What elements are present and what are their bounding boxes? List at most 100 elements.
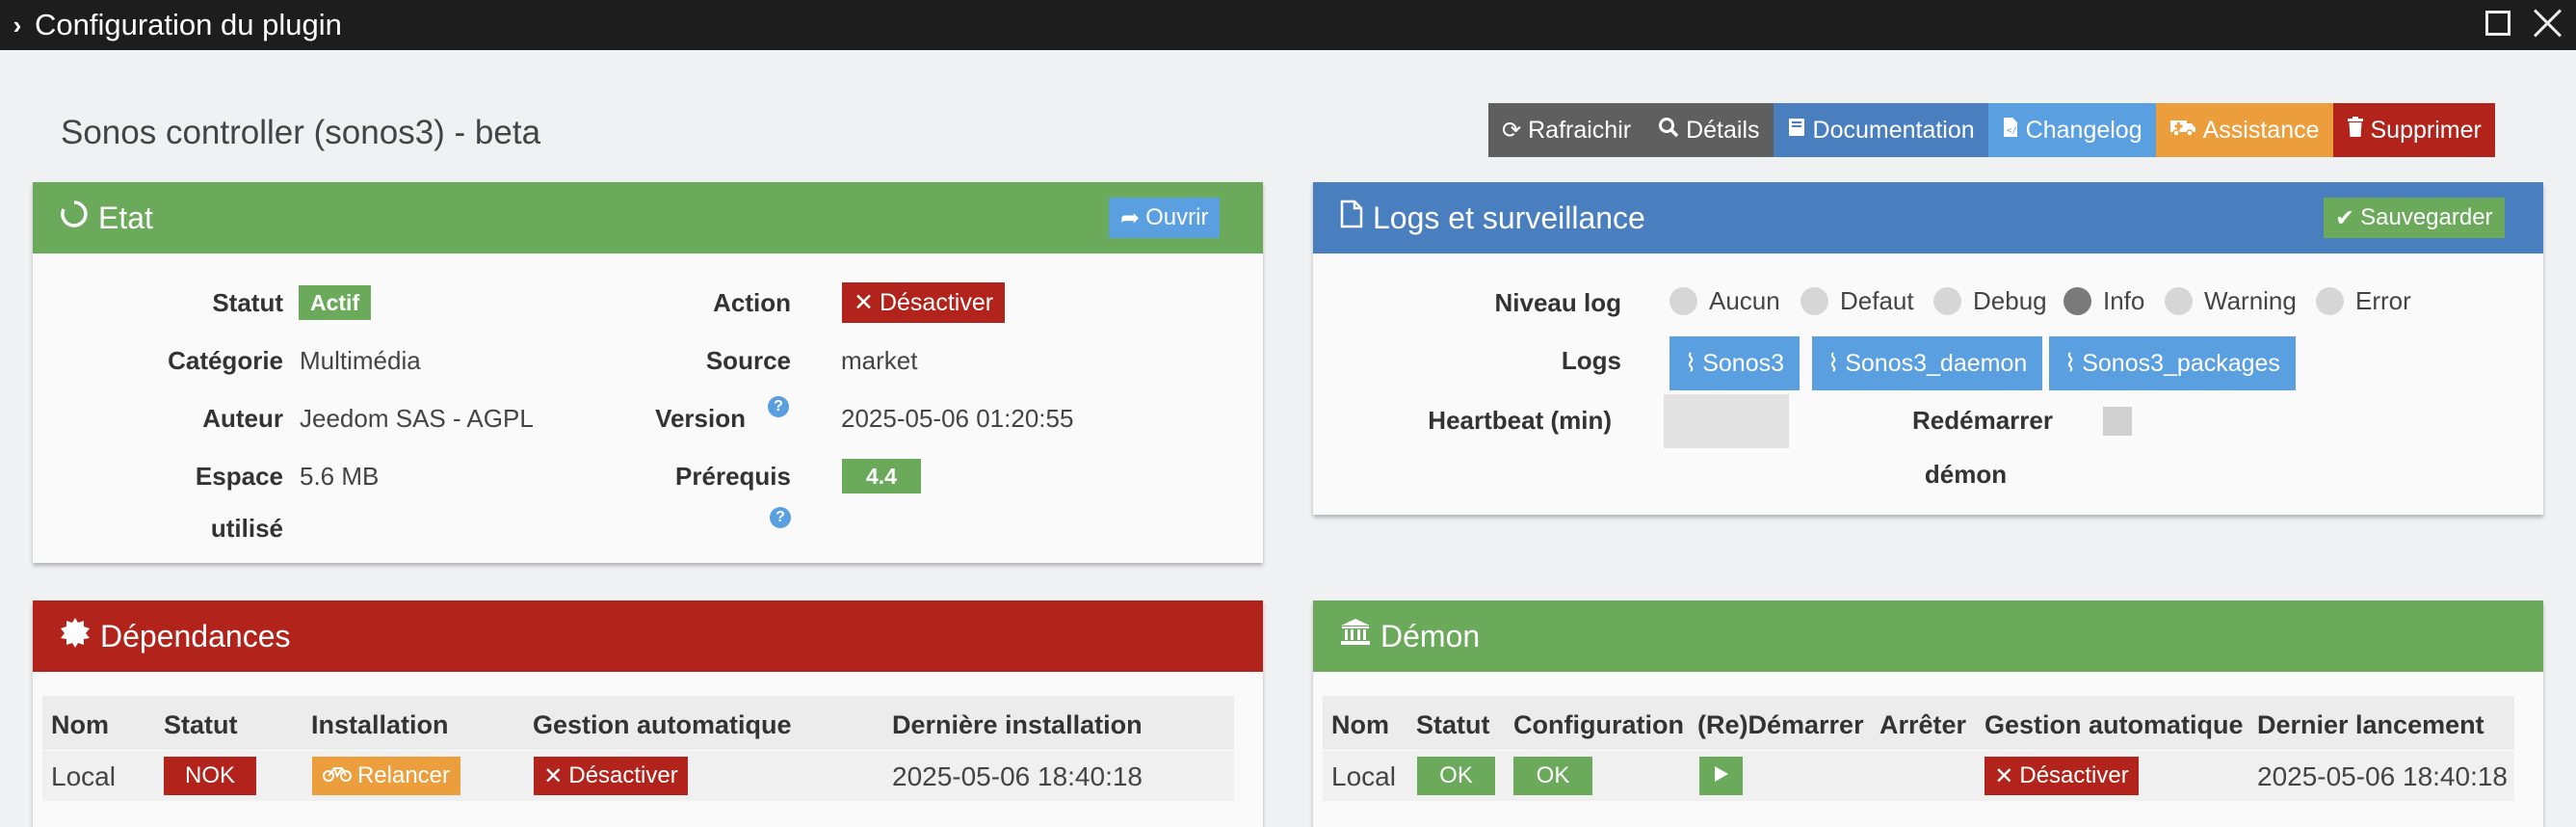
logs-panel-header: Logs et surveillance ✔ Sauvegarder bbox=[1313, 182, 2543, 253]
heartbeat-label: Heartbeat (min) bbox=[1428, 406, 1612, 435]
restart-daemon-label-line2: démon bbox=[1924, 460, 2008, 489]
prerequis-badge: 4.4 bbox=[842, 459, 921, 494]
demon-row-nom: Local bbox=[1331, 761, 1396, 791]
paperclip-icon: ⌇ bbox=[1685, 350, 1697, 377]
log-level-info[interactable]: Info bbox=[2063, 286, 2144, 316]
statut-label: Statut bbox=[212, 288, 283, 317]
espace-value: 5.6 MB bbox=[300, 462, 380, 491]
col-dernier: Dernier lancement bbox=[2257, 710, 2484, 739]
share-icon: ➦ bbox=[1120, 204, 1141, 231]
bicycle-icon bbox=[322, 762, 352, 789]
statut-badge: Actif bbox=[299, 285, 372, 320]
radio-icon bbox=[2165, 287, 2193, 315]
svg-text:</>: </> bbox=[2007, 126, 2019, 136]
demon-status-badge: OK bbox=[1417, 757, 1495, 795]
radio-icon bbox=[2316, 287, 2344, 315]
col-configuration: Configuration bbox=[1513, 710, 1684, 739]
window-controls bbox=[2485, 8, 2563, 39]
log-level-aucun[interactable]: Aucun bbox=[1669, 286, 1780, 316]
version-value: 2025-05-06 01:20:55 bbox=[841, 404, 1074, 433]
col-statut: Statut bbox=[1416, 710, 1490, 739]
radio-icon bbox=[1669, 287, 1697, 315]
log-file-sonos3-daemon[interactable]: ⌇ Sonos3_daemon bbox=[1812, 336, 2043, 390]
file-icon bbox=[1340, 200, 1363, 236]
window-title: Configuration du plugin bbox=[35, 8, 342, 41]
dep-gestion-deactivate-button[interactable]: ✕ Désactiver bbox=[534, 757, 688, 795]
source-value: market bbox=[841, 346, 918, 375]
version-help-icon[interactable]: ? bbox=[768, 396, 789, 417]
source-label: Source bbox=[705, 346, 791, 375]
niveau-log-label: Niveau log bbox=[1494, 288, 1621, 317]
etat-panel: Etat ➦ Ouvrir Statut Actif Action ✕ Désa… bbox=[33, 182, 1263, 563]
close-icon[interactable] bbox=[2532, 8, 2563, 39]
action-deactivate-button[interactable]: ✕ Désactiver bbox=[842, 282, 1006, 323]
relancer-button[interactable]: Relancer bbox=[312, 757, 460, 795]
col-redemarrer: (Re)Démarrer bbox=[1697, 710, 1864, 739]
play-icon bbox=[1714, 762, 1729, 789]
log-level-defaut[interactable]: Defaut bbox=[1801, 286, 1914, 316]
trash-icon bbox=[2347, 116, 2364, 145]
times-icon: ✕ bbox=[1994, 762, 2014, 789]
demon-gestion-deactivate-button[interactable]: ✕ Désactiver bbox=[1985, 757, 2139, 795]
prerequis-help-icon[interactable]: ? bbox=[770, 507, 791, 528]
categorie-value: Multimédia bbox=[300, 346, 421, 375]
chevron-right-icon[interactable]: › bbox=[4, 11, 31, 40]
espace-label: Espace bbox=[195, 462, 283, 491]
auteur-label: Auteur bbox=[202, 404, 283, 433]
etat-panel-header: Etat ➦ Ouvrir bbox=[33, 182, 1263, 253]
dependances-panel-header: Dépendances bbox=[33, 600, 1263, 672]
auteur-value: Jeedom SAS - AGPL bbox=[300, 404, 534, 433]
logs-label: Logs bbox=[1561, 346, 1621, 375]
save-button[interactable]: ✔ Sauvegarder bbox=[2324, 198, 2505, 238]
log-level-warning[interactable]: Warning bbox=[2165, 286, 2297, 316]
dep-row-nom: Local bbox=[51, 761, 116, 791]
university-icon bbox=[1340, 618, 1371, 654]
documentation-button[interactable]: Documentation bbox=[1773, 103, 1988, 157]
check-circle-icon: ✔ bbox=[2335, 204, 2355, 231]
demon-config-badge: OK bbox=[1513, 757, 1592, 795]
table-row: Local NOK Relancer ✕ Désactiver 2025-05-… bbox=[42, 751, 1234, 801]
categorie-label: Catégorie bbox=[168, 346, 283, 375]
log-level-debug[interactable]: Debug bbox=[1933, 286, 2047, 316]
book-icon bbox=[1787, 117, 1806, 145]
col-nom: Nom bbox=[51, 710, 109, 739]
col-statut: Statut bbox=[164, 710, 238, 739]
paperclip-icon: ⌇ bbox=[2064, 350, 2077, 377]
maximize-icon[interactable] bbox=[2485, 11, 2510, 36]
col-installation: Installation bbox=[311, 710, 449, 739]
restart-daemon-checkbox[interactable] bbox=[2103, 407, 2132, 436]
col-derniere: Dernière installation bbox=[892, 710, 1143, 739]
search-icon bbox=[1658, 117, 1679, 145]
paperclip-icon: ⌇ bbox=[1827, 350, 1840, 377]
log-file-sonos3[interactable]: ⌇ Sonos3 bbox=[1669, 336, 1801, 390]
demon-table-header: Nom Statut Configuration (Re)Démarrer Ar… bbox=[1323, 696, 2514, 750]
table-row: Local OK OK ✕ Désactiver 2025-05-06 18:4… bbox=[1323, 751, 2514, 801]
action-label: Action bbox=[713, 288, 791, 317]
demon-panel-header: Démon bbox=[1313, 600, 2543, 672]
open-button[interactable]: ➦ Ouvrir bbox=[1109, 198, 1221, 238]
dep-derniere-installation: 2025-05-06 18:40:18 bbox=[892, 761, 1143, 791]
details-button[interactable]: Détails bbox=[1644, 103, 1774, 157]
start-daemon-button[interactable] bbox=[1699, 757, 1743, 795]
col-gestion: Gestion automatique bbox=[1985, 710, 2244, 739]
assistance-button[interactable]: Assistance bbox=[2155, 103, 2333, 157]
radio-selected-icon bbox=[2063, 287, 2091, 315]
times-icon: ✕ bbox=[543, 762, 564, 789]
heartbeat-input[interactable] bbox=[1664, 394, 1789, 448]
refresh-button[interactable]: ⟳ Rafraichir bbox=[1488, 103, 1645, 157]
window-titlebar: › Configuration du plugin bbox=[0, 0, 2576, 50]
restart-daemon-label: Redémarrer bbox=[1912, 406, 2053, 435]
delete-button[interactable]: Supprimer bbox=[2332, 103, 2495, 157]
changelog-button[interactable]: </> Changelog bbox=[1987, 103, 2156, 157]
times-icon: ✕ bbox=[854, 289, 874, 316]
version-label: Version bbox=[655, 404, 746, 433]
dep-status-badge: NOK bbox=[164, 757, 256, 795]
log-level-error[interactable]: Error bbox=[2316, 286, 2411, 316]
plugin-toolbar: ⟳ Rafraichir Détails Documentation </> C… bbox=[1488, 103, 2495, 157]
refresh-icon: ⟳ bbox=[1502, 117, 1522, 144]
radio-icon bbox=[1933, 287, 1961, 315]
col-gestion: Gestion automatique bbox=[533, 710, 792, 739]
file-code-icon: </> bbox=[2002, 117, 2023, 145]
dependances-table-header: Nom Statut Installation Gestion automati… bbox=[42, 696, 1234, 750]
log-file-sonos3-packages[interactable]: ⌇ Sonos3_packages bbox=[2049, 336, 2296, 390]
